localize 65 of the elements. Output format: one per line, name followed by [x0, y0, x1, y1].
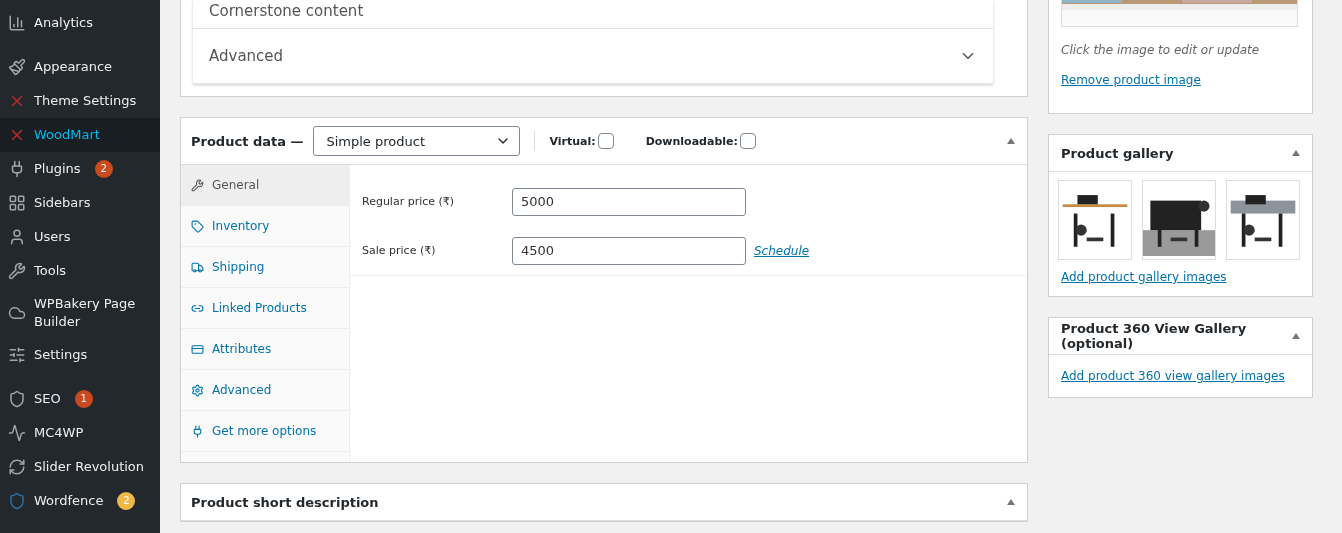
panel-title: Product short description: [191, 494, 379, 510]
sidebar-item[interactable]: WoodMart: [0, 118, 160, 152]
tab-icon: [191, 424, 204, 438]
collapse-icon[interactable]: [1007, 499, 1015, 505]
hint-text: Click the image to edit or update: [1061, 43, 1261, 57]
sidebar-item[interactable]: Settings: [0, 338, 160, 372]
field-label: Regular price (₹): [362, 195, 456, 208]
count-badge: 2: [94, 160, 113, 178]
collapse-icon[interactable]: [1292, 333, 1300, 339]
tab[interactable]: Shipping: [181, 247, 349, 288]
menu-icon: [8, 492, 26, 510]
tab[interactable]: Linked Products: [181, 288, 349, 329]
tab[interactable]: Attributes: [181, 329, 349, 370]
sidebar-item[interactable]: Sidebars: [0, 186, 160, 220]
product-type-select[interactable]: Simple product: [313, 126, 521, 156]
menu-icon: [8, 424, 26, 442]
menu-icon: [8, 14, 26, 32]
tab-icon: [191, 260, 204, 274]
remove-image-link[interactable]: Remove product image: [1061, 73, 1300, 87]
option-label: Virtual:: [549, 134, 596, 148]
price-field[interactable]: 4500: [512, 236, 746, 265]
collapse-icon[interactable]: [1292, 150, 1300, 156]
field-label: Sale price (₹): [362, 244, 437, 257]
sidebar-item[interactable]: Wordfence 2: [0, 484, 160, 518]
sidebar-item[interactable]: Users: [0, 220, 160, 254]
panel-title: Product data —: [191, 133, 304, 149]
panel-title: Product gallery: [1061, 145, 1174, 161]
menu-icon: [8, 304, 26, 322]
menu-icon: [8, 194, 26, 212]
menu-icon: [8, 390, 26, 408]
sidebar-item[interactable]: SEO 1: [0, 382, 160, 416]
collapsible-section[interactable]: Advanced: [193, 29, 993, 84]
checkbox[interactable]: [739, 133, 756, 149]
sidebar-item[interactable]: MC4WP: [0, 416, 160, 450]
sidebar-item[interactable]: Plugins 2: [0, 152, 160, 186]
checkbox[interactable]: [597, 133, 614, 149]
tab[interactable]: Get more options: [181, 411, 349, 452]
price-field[interactable]: 5000: [512, 187, 746, 216]
tab[interactable]: General: [181, 165, 349, 206]
sidebar-item[interactable]: Appearance: [0, 50, 160, 84]
schedule-link[interactable]: Schedule: [754, 243, 810, 258]
menu-icon: [8, 262, 26, 280]
tab[interactable]: Advanced: [181, 370, 349, 411]
sidebar-item[interactable]: Slider Revolution: [0, 450, 160, 484]
menu-icon: [8, 58, 26, 76]
sidebar-item[interactable]: WPBakery Page Builder: [0, 288, 160, 338]
menu-icon: [8, 346, 26, 364]
tab-icon: [191, 219, 204, 233]
tab-icon: [191, 178, 204, 192]
option-label: Downloadable:: [645, 134, 738, 148]
sidebar-item[interactable]: Tools: [0, 254, 160, 288]
collapse-icon[interactable]: [1007, 138, 1015, 144]
menu-icon: [8, 228, 26, 246]
tab-icon: [191, 342, 204, 356]
menu-icon: [8, 458, 26, 476]
tab[interactable]: Inventory: [181, 206, 349, 247]
count-badge: 2: [117, 492, 136, 510]
add-gallery-link[interactable]: Add product gallery images: [1061, 270, 1300, 284]
add-360-link[interactable]: Add product 360 view gallery images: [1061, 369, 1300, 383]
collapsible-section[interactable]: Cornerstone content: [193, 0, 993, 29]
sidebar-item[interactable]: Analytics: [0, 6, 160, 40]
sidebar-item[interactable]: Theme Settings: [0, 84, 160, 118]
tab-icon: [191, 383, 204, 397]
count-badge: 1: [74, 390, 93, 408]
panel-title: Product 360 View Gallery (optional): [1061, 321, 1248, 351]
